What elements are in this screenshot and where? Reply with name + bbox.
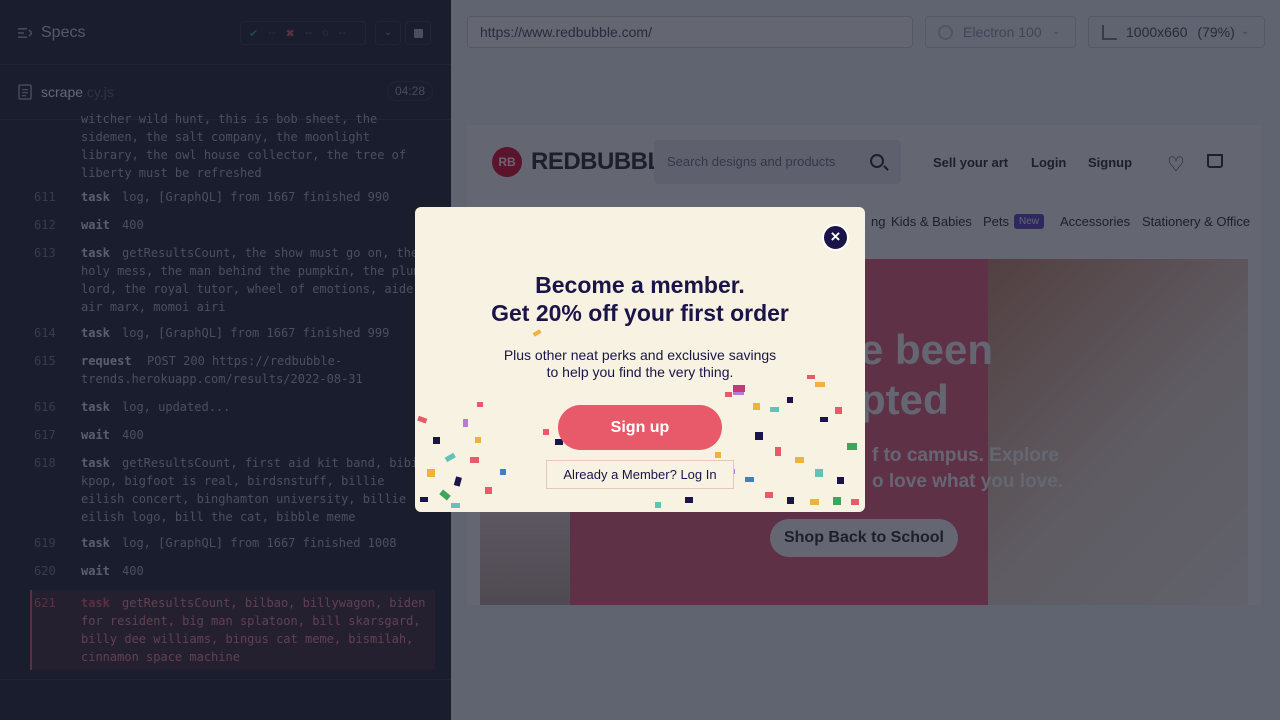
log-row-619[interactable]: 619 task log, [GraphQL] from 1667 finish… xyxy=(0,534,451,562)
viewport-size: 1000x660 xyxy=(1126,24,1188,40)
nav-item-pets[interactable]: Pets xyxy=(983,214,1009,229)
specs-bar: Specs ✔ -- ✖ -- ◌ -- ⌄ xyxy=(0,0,451,65)
close-icon[interactable]: × xyxy=(822,224,849,251)
log-row-617[interactable]: 617 wait 400 xyxy=(0,426,451,454)
member-login-button[interactable]: Already a Member? Log In xyxy=(546,460,734,489)
specs-title[interactable]: Specs xyxy=(41,24,85,42)
modal-title: Become a member. Get 20% off your first … xyxy=(491,272,789,326)
nav-item-stationery[interactable]: Stationery & Office xyxy=(1142,214,1250,229)
pending-circle-icon: ◌ xyxy=(322,27,329,39)
site-search-input[interactable]: Search designs and products xyxy=(654,140,901,184)
new-badge: New xyxy=(1014,214,1045,229)
log-row-612[interactable]: 612 wait 400 xyxy=(0,216,451,244)
hero-text: f to campus. Explore o love what you lov… xyxy=(872,445,1064,492)
log-row-613[interactable]: 613 task getResultsCount, the show must … xyxy=(0,244,451,324)
nav-item-accessories[interactable]: Accessories xyxy=(1060,214,1130,229)
cart-icon[interactable] xyxy=(1207,154,1223,168)
viewport-scale: (79%) xyxy=(1197,24,1235,40)
shop-back-to-school-button[interactable]: Shop Back to School xyxy=(770,519,958,557)
document-icon xyxy=(18,84,32,100)
command-log-panel: Specs ✔ -- ✖ -- ◌ -- ⌄ scrape.cy.js 04:2… xyxy=(0,0,451,720)
heart-icon[interactable]: ♡ xyxy=(1167,152,1185,177)
spec-duration: 04:28 xyxy=(387,81,433,101)
stop-button[interactable] xyxy=(405,21,431,45)
pending-count: -- xyxy=(338,27,346,39)
log-row-continued[interactable]: witcher wild hunt, this is bob sheet, th… xyxy=(0,110,451,182)
electron-icon xyxy=(938,25,953,40)
log-row-611[interactable]: 611 task log, [GraphQL] from 1667 finish… xyxy=(0,188,451,216)
command-log: witcher wild hunt, this is bob sheet, th… xyxy=(0,110,451,670)
search-icon[interactable] xyxy=(870,154,884,168)
chevron-down-icon: ⌄ xyxy=(384,27,393,38)
chevron-down-icon: ⌄ xyxy=(1052,26,1061,37)
passed-check-icon: ✔ xyxy=(249,27,259,40)
signup-link[interactable]: Signup xyxy=(1088,155,1132,170)
log-row-615[interactable]: 615 request POST 200 https://redbubble- … xyxy=(0,352,451,398)
test-stats: ✔ -- ✖ -- ◌ -- xyxy=(240,21,366,45)
nav-item-clothing[interactable]: ng xyxy=(871,214,885,229)
spec-file-name[interactable]: scrape.cy.js xyxy=(41,84,114,100)
hero-photo xyxy=(988,259,1248,605)
chevron-down-icon: ⌄ xyxy=(1241,26,1250,37)
sell-your-art-link[interactable]: Sell your art xyxy=(933,155,1008,170)
specs-menu-icon[interactable] xyxy=(18,26,32,40)
divider xyxy=(0,679,451,680)
log-row-620[interactable]: 620 wait 400 xyxy=(0,562,451,590)
browser-label: Electron 100 xyxy=(963,24,1042,40)
hero-heading: e been pted xyxy=(860,326,994,423)
log-row-621-active[interactable]: 621 task getResultsCount, bilbao, billyw… xyxy=(30,590,435,670)
browser-selector[interactable]: Electron 100 ⌄ xyxy=(925,16,1076,48)
log-row-616[interactable]: 616 task log, updated... xyxy=(0,398,451,426)
ruler-icon xyxy=(1102,25,1117,40)
url-input[interactable]: https://www.redbubble.com/ xyxy=(467,16,913,48)
membership-modal: × Become a member. Get 20% off your firs… xyxy=(415,207,865,512)
nav-item-kids-babies[interactable]: Kids & Babies xyxy=(891,214,972,229)
frame-top-gutter xyxy=(467,80,1261,125)
sign-up-button[interactable]: Sign up xyxy=(558,405,722,450)
viewport-selector[interactable]: 1000x660 (79%) ⌄ xyxy=(1088,16,1265,48)
log-row-614[interactable]: 614 task log, [GraphQL] from 1667 finish… xyxy=(0,324,451,352)
failed-x-icon: ✖ xyxy=(285,27,295,40)
redbubble-logo-icon[interactable]: RB xyxy=(492,147,522,177)
search-placeholder: Search designs and products xyxy=(667,154,836,169)
failed-count: -- xyxy=(304,27,313,39)
hero-photo-left xyxy=(480,509,570,605)
passed-count: -- xyxy=(268,27,276,39)
login-link[interactable]: Login xyxy=(1031,155,1066,170)
request-status-icon: POST 200 https://redbubble- trends.herok… xyxy=(81,354,363,386)
options-dropdown-button[interactable]: ⌄ xyxy=(375,21,401,45)
modal-subtitle: Plus other neat perks and exclusive savi… xyxy=(503,347,777,380)
log-row-618[interactable]: 618 task getResultsCount, first aid kit … xyxy=(0,454,451,534)
